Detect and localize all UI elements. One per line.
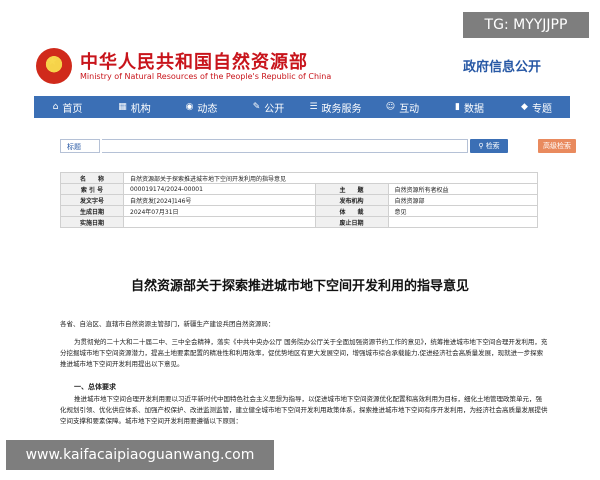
news-icon: ◉ [185, 102, 194, 112]
search-button-label: 检索 [485, 142, 500, 150]
section-heading: 一、总体要求 [74, 383, 116, 391]
site-title: 中华人民共和国自然资源部 [80, 52, 308, 73]
meta-label: 发文字号 [60, 194, 124, 206]
nav-label: 公开 [264, 103, 285, 115]
nav-item-public[interactable]: ✎ 公开 [235, 96, 302, 118]
nav-label: 互动 [399, 103, 420, 115]
doc-salutation: 各省、自治区、直辖市自然资源主管部门，新疆生产建设兵团自然资源局： [60, 320, 275, 328]
nav-label: 机构 [130, 103, 151, 115]
document-title: 自然资源部关于探索推进城市地下空间开发利用的指导意见 [130, 279, 469, 294]
data-icon: ▮ [455, 102, 460, 112]
meta-label: 发布机构 [314, 194, 389, 206]
meta-subject: 自然资源所有者权益 [387, 183, 539, 195]
meta-type: 意见 [387, 205, 539, 217]
document-metadata-table: 名 称 自然资源部关于探索推进城市地下空间开发利用的指导意见 索 引 号 000… [60, 172, 539, 228]
nav-item-service[interactable]: ☰ 政务服务 [302, 96, 369, 118]
service-icon: ☰ [309, 102, 318, 112]
meta-date: 2024年07月31日 [123, 205, 316, 217]
nav-label: 动态 [197, 103, 218, 115]
meta-label: 生成日期 [60, 205, 124, 217]
org-icon: ▦ [118, 102, 127, 112]
meta-label: 实施日期 [60, 216, 124, 228]
watermark: www.kaifacaipiaoguanwang.com [6, 440, 274, 470]
site-header: 中华人民共和国自然资源部 Ministry of Natural Resourc… [0, 0, 600, 96]
nav-item-home[interactable]: ⌂ 首页 [34, 96, 101, 118]
search-bar: 标题 ⚲ 检索 高级检索 [60, 139, 576, 153]
meta-effective [123, 216, 316, 228]
national-emblem-icon [36, 48, 72, 84]
interact-icon: ☺ [385, 102, 396, 112]
meta-issuer: 自然资源部 [387, 194, 539, 206]
public-icon: ✎ [252, 102, 261, 112]
search-icon: ⚲ [478, 142, 484, 150]
search-scope-select[interactable]: 标题 [60, 139, 100, 153]
meta-name: 自然资源部关于探索推进城市地下空间开发利用的指导意见 [123, 172, 538, 184]
doc-paragraph: 推进城市地下空间合理开发利用要以习近平新时代中国特色社会主义思想为指导，以促进城… [60, 395, 548, 425]
meta-docno: 自然资发[2024]146号 [123, 194, 316, 206]
search-input[interactable] [102, 139, 468, 153]
nav-label: 专题 [531, 103, 552, 115]
meta-label: 废止日期 [314, 216, 389, 228]
meta-label: 体 裁 [314, 205, 389, 217]
nav-item-data[interactable]: ▮ 数据 [436, 96, 503, 118]
meta-index: 000019174/2024-00001 [123, 183, 316, 195]
main-nav: ⌂ 首页 ▦ 机构 ◉ 动态 ✎ 公开 ☰ 政务服务 ☺ 互动 ▮ 数据 ◆ 专题 [34, 96, 570, 118]
meta-label: 索 引 号 [60, 183, 124, 195]
advanced-search-button[interactable]: 高级检索 [538, 139, 576, 153]
nav-item-org[interactable]: ▦ 机构 [101, 96, 168, 118]
overlay-badge: TG: MYYJJPP [463, 12, 589, 38]
home-icon: ⌂ [52, 102, 59, 112]
nav-item-topic[interactable]: ◆ 专题 [503, 96, 570, 118]
doc-paragraph: 为贯彻党的二十大和二十届二中、三中全会精神，落实《中共中央办公厅 国务院办公厅关… [60, 338, 548, 368]
nav-item-news[interactable]: ◉ 动态 [168, 96, 235, 118]
meta-label: 主 题 [314, 183, 389, 195]
meta-label: 名 称 [60, 172, 124, 184]
nav-label: 数据 [463, 103, 484, 115]
nav-label: 政务服务 [321, 103, 362, 115]
meta-end [387, 216, 539, 228]
site-subtitle: Ministry of Natural Resources of the Peo… [80, 72, 332, 81]
topic-icon: ◆ [521, 102, 528, 112]
nav-item-interact[interactable]: ☺ 互动 [369, 96, 436, 118]
search-button[interactable]: ⚲ 检索 [470, 139, 508, 153]
section-title[interactable]: 政府信息公开 [463, 56, 541, 75]
nav-label: 首页 [62, 103, 83, 115]
